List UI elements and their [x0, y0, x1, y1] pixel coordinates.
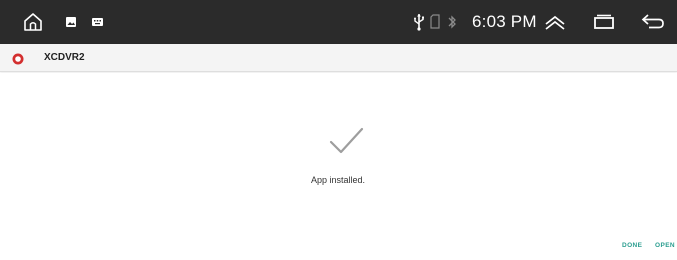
open-button[interactable]: OPEN — [655, 239, 675, 253]
collapse-chevron-icon[interactable] — [542, 13, 568, 31]
back-icon[interactable] — [640, 12, 666, 32]
app-title-bar: XCDVR2 — [0, 44, 677, 72]
screen: 6:03 PM XCDVR2 App installed. DONE OPEN — [0, 0, 677, 260]
app-name: XCDVR2 — [44, 52, 85, 63]
checkmark-icon — [326, 125, 366, 157]
done-button[interactable]: DONE — [622, 239, 642, 253]
status-bar: 6:03 PM — [0, 0, 677, 44]
clock: 6:03 PM — [472, 12, 537, 31]
sd-card-icon — [430, 14, 440, 29]
app-icon — [12, 52, 24, 65]
notification-keyboard-icon — [92, 17, 103, 27]
install-result-panel: App installed. DONE OPEN — [0, 73, 677, 260]
home-icon[interactable] — [22, 11, 44, 33]
notification-image-icon — [66, 17, 76, 27]
recents-icon[interactable] — [593, 13, 615, 31]
bluetooth-icon — [447, 13, 457, 31]
install-status-message: App installed. — [310, 175, 366, 185]
usb-icon — [413, 13, 425, 31]
